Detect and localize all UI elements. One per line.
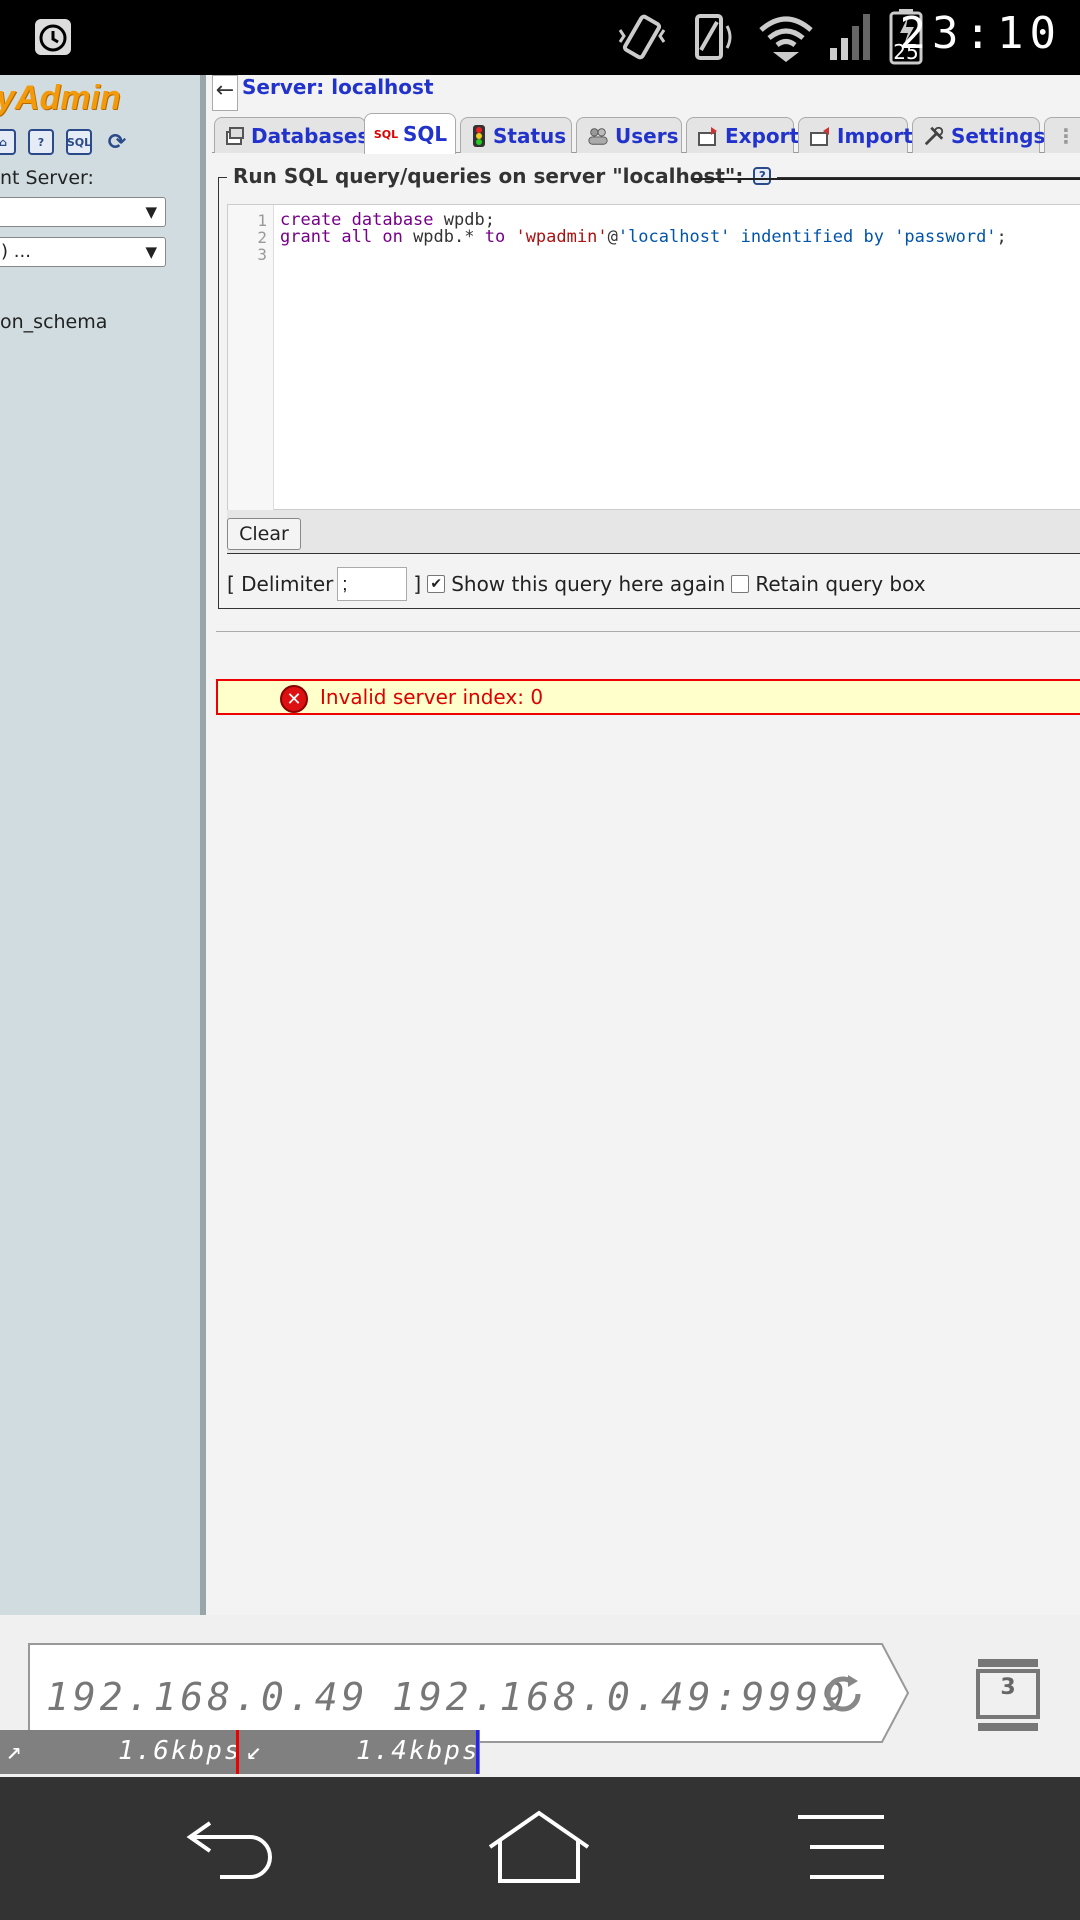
retain-query-label: Retain query box [755, 572, 926, 596]
back-icon[interactable] [180, 1807, 290, 1887]
help-icon[interactable]: ? [28, 129, 54, 155]
download-speed: 1.4kbps [356, 1736, 480, 1766]
database-icon [225, 125, 245, 147]
tools-icon [923, 125, 945, 147]
tab-count: 3 [1000, 1675, 1016, 1700]
delimiter-label: [ Delimiter [227, 572, 334, 596]
upload-marker [236, 1730, 239, 1774]
network-speed-bar: ↗ 1.6kbps ↙ 1.4kbps [0, 1730, 480, 1774]
line-number: 3 [257, 245, 267, 264]
signal-icon [826, 12, 876, 62]
main-content: ← Server: localhost Databases SQL SQL St… [212, 75, 1080, 1615]
url-full: 192.168.0.49:9999 [392, 1675, 849, 1719]
code-line-2: grant all on wpdb.* to 'wpadmin'@'localh… [280, 227, 1007, 247]
current-server-label: nt Server: [0, 167, 94, 189]
tab-status[interactable]: Status [460, 117, 572, 153]
vibrate-icon [612, 12, 672, 62]
tab-users[interactable]: Users [576, 117, 682, 153]
sql-editor[interactable]: 1 2 3 create database wpdb; grant all on… [227, 204, 1080, 511]
home-icon[interactable] [484, 1807, 594, 1887]
upload-arrow-icon: ↗ [6, 1736, 24, 1766]
tab-databases[interactable]: Databases [214, 117, 369, 153]
breadcrumb-server[interactable]: Server: localhost [242, 75, 434, 99]
tab-settings[interactable]: Settings [912, 117, 1045, 153]
sidebar: yAdmin ⌂ ? SQL ⟳ nt Server: ▼ ) ... ▼ on… [0, 75, 206, 1615]
phpmyadmin-logo[interactable]: yAdmin [0, 79, 121, 118]
url-bar[interactable]: 192.168.0.49 192.168.0.49:9999 [28, 1643, 910, 1743]
tab-sql[interactable]: SQL SQL [364, 113, 456, 154]
reload-icon[interactable] [818, 1669, 868, 1719]
tab-import[interactable]: Import [798, 117, 913, 153]
dropdown-arrow-icon: ▼ [145, 203, 157, 221]
android-navigation-bar [0, 1777, 1080, 1920]
sql-query-fieldset: Run SQL query/queries on server "localho… [218, 164, 1080, 609]
home-icon[interactable]: ⌂ [0, 129, 16, 155]
delimiter-input[interactable] [337, 567, 408, 601]
export-icon [697, 125, 719, 147]
import-icon [809, 125, 831, 147]
error-message-box: ✕ Invalid server index: 0 [216, 679, 1080, 715]
sql-icon: SQL [373, 127, 399, 141]
sql-icon[interactable]: SQL [66, 129, 92, 155]
legend-text: Run SQL query/queries on server "localho… [233, 164, 744, 188]
line-number-gutter: 1 2 3 [228, 205, 274, 511]
tab-more[interactable]: ⋮ [1044, 117, 1080, 153]
tab-export[interactable]: Export [686, 117, 799, 153]
server-select[interactable]: ▼ [0, 197, 166, 227]
error-icon: ✕ [280, 685, 308, 713]
query-options: [ Delimiter ] ✔ Show this query here aga… [227, 564, 926, 604]
fieldset-legend: Run SQL query/queries on server "localho… [227, 164, 778, 188]
show-query-checkbox[interactable]: ✔ [427, 575, 446, 593]
help-icon[interactable]: ? [753, 167, 772, 185]
database-select-value: ) ... [1, 241, 31, 262]
reload-icon[interactable]: ⟳ [104, 129, 130, 155]
delimiter-close: ] [413, 572, 422, 596]
clear-button[interactable]: Clear [227, 518, 301, 550]
alarm-icon [28, 12, 78, 62]
download-marker [476, 1730, 479, 1774]
more-icon: ⋮ [1056, 123, 1076, 148]
download-arrow-icon: ↙ [246, 1736, 264, 1766]
show-query-label: Show this query here again [451, 572, 726, 596]
url-host: 192.168.0.49 [46, 1675, 369, 1719]
nfc-icon [690, 12, 740, 62]
status-bar: 25 23:10 [0, 0, 1080, 75]
legend-line [691, 178, 1080, 180]
menu-icon[interactable] [786, 1807, 896, 1887]
divider [216, 631, 1080, 632]
retain-query-checkbox[interactable] [731, 575, 750, 593]
error-text: Invalid server index: 0 [320, 685, 544, 709]
traffic-light-icon [471, 124, 487, 147]
editor-controls: Clear [227, 510, 1080, 554]
browser-toolbar: 192.168.0.49 192.168.0.49:9999 3 ↗ 1.6kb… [0, 1615, 1080, 1777]
tab-bar: Databases SQL SQL Status Users Export Im… [212, 113, 1080, 154]
wifi-icon [756, 12, 816, 62]
sidebar-item-schema[interactable]: on_schema [0, 311, 107, 333]
upload-speed: 1.6kbps [118, 1736, 242, 1766]
database-select[interactable]: ) ... ▼ [0, 237, 166, 267]
clock: 23:10 [899, 8, 1062, 59]
sidebar-icon-row: ⌂ ? SQL ⟳ [0, 129, 130, 155]
collapse-sidebar-button[interactable]: ← [212, 75, 238, 111]
web-page: yAdmin ⌂ ? SQL ⟳ nt Server: ▼ ) ... ▼ on… [0, 75, 1080, 1615]
dropdown-arrow-icon: ▼ [145, 243, 157, 261]
users-icon [587, 125, 609, 147]
